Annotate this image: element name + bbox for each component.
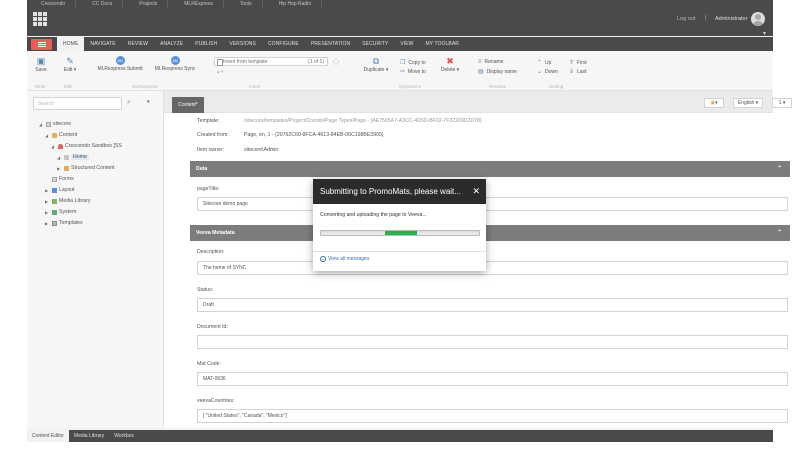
- dialog-divider: [313, 251, 486, 252]
- progress-bar: [320, 230, 480, 236]
- view-all-messages-link[interactable]: ⌄ View all messages: [320, 256, 369, 262]
- dialog-title: Submitting to PromoMats, please wait...: [320, 187, 461, 196]
- progress-fill: [385, 231, 417, 235]
- submit-progress-dialog: Submitting to PromoMats, please wait... …: [313, 179, 486, 271]
- dialog-header: Submitting to PromoMats, please wait... …: [313, 179, 486, 204]
- dialog-message: Converting and uploading the page to Vee…: [320, 212, 427, 218]
- chevron-down-icon: ⌄: [320, 256, 326, 262]
- close-icon[interactable]: ✕: [472, 179, 480, 204]
- view-all-messages-label: View all messages: [328, 256, 370, 262]
